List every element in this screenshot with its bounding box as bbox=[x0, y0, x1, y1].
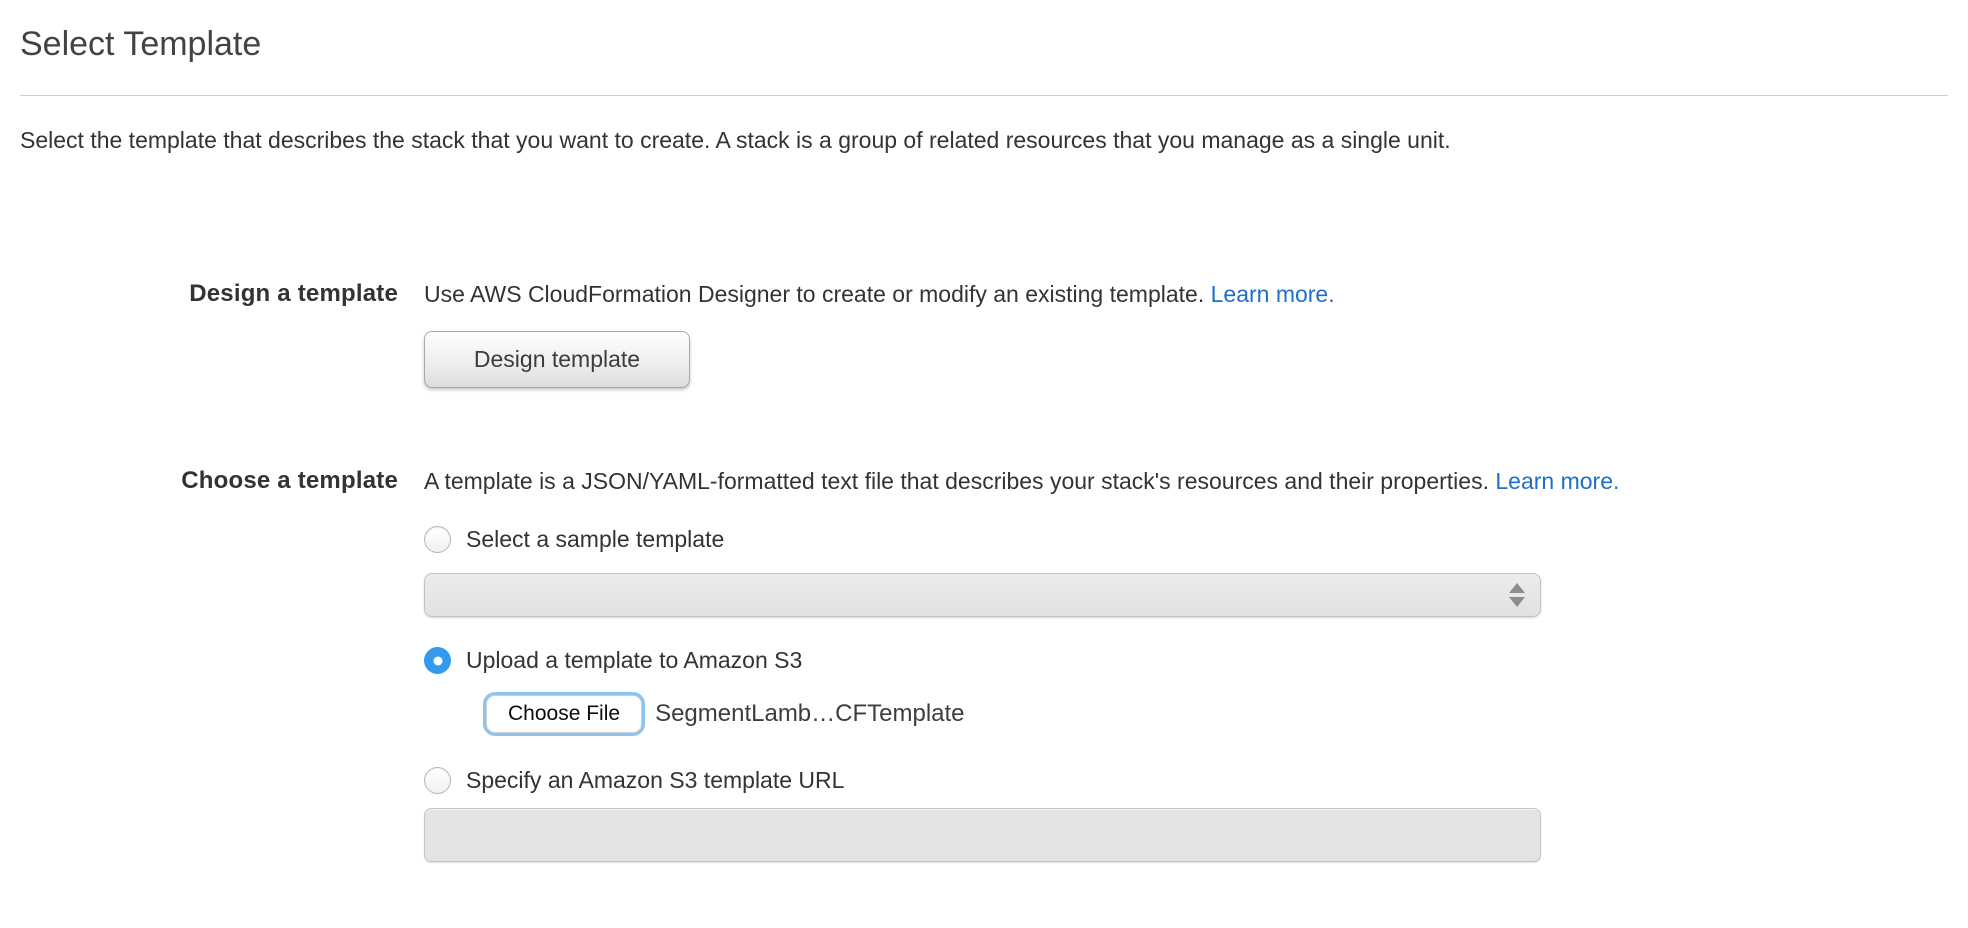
file-upload-row: Choose File SegmentLamb…CFTemplate bbox=[486, 695, 1948, 733]
header-divider bbox=[20, 95, 1948, 96]
page-title: Select Template bbox=[20, 24, 1948, 65]
design-template-content: Use AWS CloudFormation Designer to creat… bbox=[424, 278, 1948, 388]
arrow-down-icon bbox=[1509, 597, 1525, 607]
design-description-text: Use AWS CloudFormation Designer to creat… bbox=[424, 281, 1204, 307]
s3-template-url-input[interactable] bbox=[424, 808, 1541, 862]
radio-option-upload-s3[interactable]: Upload a template to Amazon S3 bbox=[424, 647, 1948, 674]
radio-label-upload-s3[interactable]: Upload a template to Amazon S3 bbox=[466, 647, 802, 674]
design-learn-more-link[interactable]: Learn more. bbox=[1211, 281, 1335, 307]
page-description: Select the template that describes the s… bbox=[20, 126, 1948, 156]
design-template-row: Design a template Use AWS CloudFormation… bbox=[20, 278, 1948, 388]
arrow-up-icon bbox=[1509, 583, 1525, 593]
select-stepper-icon bbox=[1509, 583, 1525, 607]
choose-template-description: A template is a JSON/YAML-formatted text… bbox=[424, 465, 1948, 497]
selected-file-name: SegmentLamb…CFTemplate bbox=[655, 700, 964, 728]
radio-option-s3-url[interactable]: Specify an Amazon S3 template URL bbox=[424, 767, 1948, 794]
select-template-page: Select Template Select the template that… bbox=[0, 0, 1968, 862]
choose-template-label: Choose a template bbox=[20, 465, 398, 495]
radio-option-sample-template[interactable]: Select a sample template bbox=[424, 526, 1948, 553]
radio-button-upload-s3[interactable] bbox=[424, 647, 451, 674]
design-template-button[interactable]: Design template bbox=[424, 331, 690, 388]
choose-file-button[interactable]: Choose File bbox=[486, 695, 642, 733]
choose-learn-more-link[interactable]: Learn more. bbox=[1495, 468, 1619, 494]
sample-template-select[interactable] bbox=[424, 573, 1541, 617]
choose-template-row: Choose a template A template is a JSON/Y… bbox=[20, 465, 1948, 863]
radio-button-s3-url[interactable] bbox=[424, 767, 451, 794]
design-template-description: Use AWS CloudFormation Designer to creat… bbox=[424, 278, 1948, 310]
choose-description-text: A template is a JSON/YAML-formatted text… bbox=[424, 468, 1489, 494]
choose-template-content: A template is a JSON/YAML-formatted text… bbox=[424, 465, 1948, 863]
radio-label-s3-url[interactable]: Specify an Amazon S3 template URL bbox=[466, 767, 844, 794]
design-template-label: Design a template bbox=[20, 278, 398, 308]
radio-label-sample-template[interactable]: Select a sample template bbox=[466, 526, 724, 553]
radio-button-sample-template[interactable] bbox=[424, 526, 451, 553]
